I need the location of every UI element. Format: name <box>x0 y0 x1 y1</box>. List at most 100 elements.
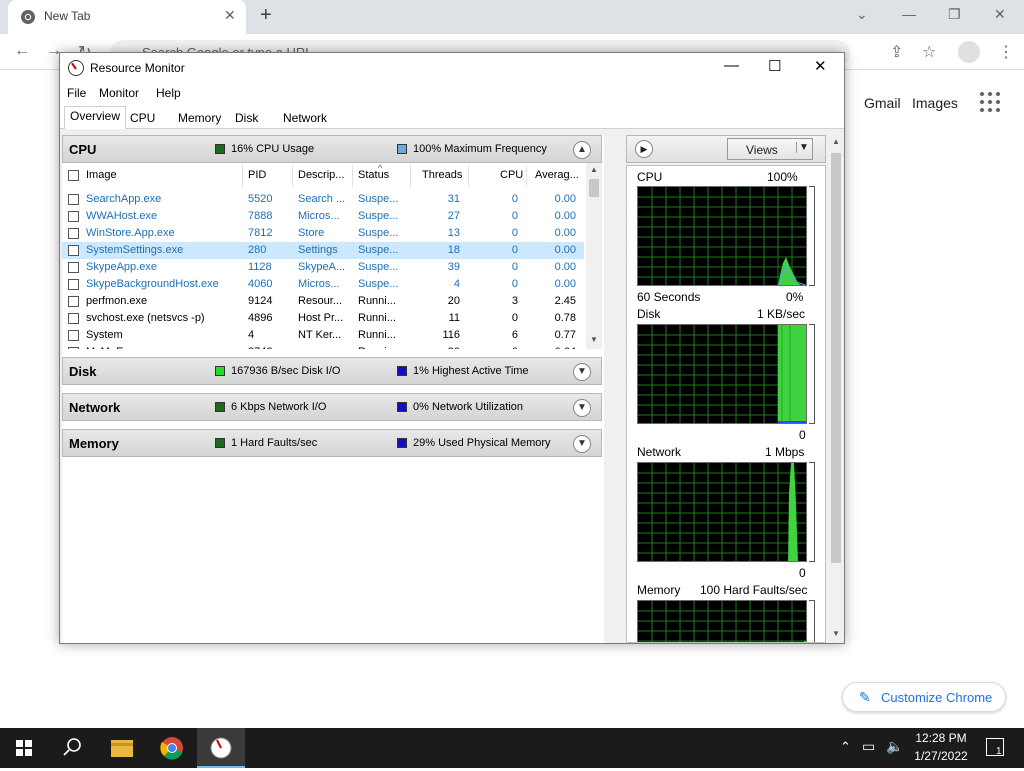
table-row[interactable]: SearchApp.exe 5520 Search ... Suspe... 31 0 0.… <box>62 191 584 208</box>
menu-file[interactable]: File <box>67 86 86 100</box>
row-checkbox[interactable] <box>68 211 79 222</box>
network-util-swatch <box>397 402 407 412</box>
tab-network[interactable]: Network <box>278 109 332 129</box>
bookmark-star-icon[interactable]: ☆ <box>922 42 936 62</box>
scroll-thumb[interactable] <box>831 153 841 563</box>
expand-arrow-right-icon[interactable]: ▶ <box>635 140 653 158</box>
col-status[interactable]: Status <box>358 169 389 181</box>
memory-section-header[interactable]: Memory 1 Hard Faults/sec 29% Used Physic… <box>62 429 602 457</box>
col-average[interactable]: Averag... <box>535 169 579 181</box>
cell-description: Settings <box>298 244 338 256</box>
row-checkbox[interactable] <box>68 262 79 273</box>
chrome-tab-new-tab[interactable]: New Tab ✕ <box>8 0 246 34</box>
expand-chevron-down-icon[interactable]: ▼ <box>573 435 591 453</box>
rm-titlebar[interactable]: Resource Monitor — ☐ ✕ <box>60 53 844 83</box>
gmail-link[interactable]: Gmail <box>864 95 901 111</box>
menu-help[interactable]: Help <box>156 86 181 100</box>
row-checkbox[interactable] <box>68 228 79 239</box>
scroll-down-icon[interactable]: ▼ <box>832 629 840 638</box>
cell-threads: 11 <box>448 312 460 324</box>
row-checkbox[interactable] <box>68 279 79 290</box>
table-row[interactable]: SkypeBackgroundHost.exe 4060 Micros... Susp… <box>62 276 584 293</box>
disk-graph-max: 1 KB/sec <box>757 307 806 321</box>
table-row[interactable]: WWAHost.exe 7888 Micros... Suspe... 27 0 0.00 <box>62 208 584 225</box>
tray-clock-time[interactable]: 12:28 PM <box>906 731 976 745</box>
volume-muted-icon[interactable]: 🔈 <box>886 738 903 755</box>
row-checkbox[interactable] <box>68 330 79 341</box>
disk-section-title: Disk <box>69 364 97 379</box>
table-row[interactable]: perfmon.exe 9124 Resour... Runni... 20 3 2.45 <box>62 293 584 310</box>
rm-minimize-icon[interactable]: — <box>724 57 739 74</box>
start-windows-icon[interactable] <box>0 728 48 768</box>
file-explorer-folder-icon[interactable] <box>98 728 146 768</box>
back-arrow-icon[interactable]: ← <box>14 42 30 60</box>
scroll-down-icon[interactable]: ▼ <box>590 335 598 344</box>
google-apps-grid-icon[interactable] <box>980 92 1000 112</box>
table-row[interactable]: System 4 NT Ker... Runni... 116 6 0.77 <box>62 327 584 344</box>
collapse-chevron-up-icon[interactable]: ▲ <box>573 141 591 159</box>
expand-chevron-down-icon[interactable]: ▼ <box>573 363 591 381</box>
row-checkbox[interactable] <box>68 194 79 205</box>
menu-monitor[interactable]: Monitor <box>99 86 139 100</box>
scroll-up-icon[interactable]: ▲ <box>590 165 598 174</box>
table-row[interactable]: SystemSettings.exe 280 Settings Suspe... 18 0… <box>62 242 584 259</box>
table-row[interactable]: WinStore.App.exe 7812 Store Suspe... 13 0 0.00 <box>62 225 584 242</box>
tab-memory[interactable]: Memory <box>173 109 226 129</box>
col-description[interactable]: Descrip... <box>298 169 344 181</box>
col-cpu[interactable]: CPU <box>500 169 523 181</box>
notification-count: 1 <box>996 746 1002 757</box>
cpu-section-header[interactable]: CPU 16% CPU Usage 100% Maximum Frequency… <box>62 135 602 163</box>
table-row[interactable]: SkypeApp.exe 1128 SkypeA... Suspe... 39 0 0.00 <box>62 259 584 276</box>
expand-chevron-down-icon[interactable]: ▼ <box>573 399 591 417</box>
memory-faults-swatch <box>215 438 225 448</box>
rm-close-icon[interactable]: ✕ <box>814 57 827 75</box>
cell-description: Micros... <box>298 278 340 290</box>
graphs-scrollbar[interactable]: ▲ ▼ <box>828 135 844 643</box>
cell-cpu: 0 <box>511 312 518 324</box>
tab-disk[interactable]: Disk <box>230 109 263 129</box>
tab-search-chevron-icon[interactable]: ⌄ <box>856 6 868 23</box>
profile-avatar-icon[interactable] <box>958 41 980 63</box>
table-row[interactable]: svchost.exe (netsvcs -p) 4896 Host Pr... Ru… <box>62 310 584 327</box>
network-tray-icon[interactable]: ▭ <box>862 738 875 755</box>
row-checkbox[interactable] <box>68 245 79 256</box>
close-icon[interactable]: ✕ <box>994 6 1006 23</box>
minimize-icon[interactable]: — <box>902 6 916 22</box>
col-image[interactable]: Image <box>86 169 117 181</box>
table-row[interactable]: MsMpEng.exe 3748 Runni... 30 0 0.64 <box>62 344 584 349</box>
cell-pid: 1128 <box>248 261 272 273</box>
cpu-table-scrollbar[interactable]: ▲ ▼ <box>586 163 602 349</box>
cell-average: 0.00 <box>554 210 576 222</box>
cell-threads: 18 <box>447 244 460 256</box>
chrome-taskbar-icon[interactable] <box>148 728 196 768</box>
chrome-menu-icon[interactable]: ⋮ <box>998 42 1014 62</box>
share-icon[interactable]: ⇪ <box>890 42 903 62</box>
scroll-thumb[interactable] <box>589 179 599 197</box>
resource-monitor-taskbar-icon[interactable] <box>197 728 245 768</box>
disk-section-header[interactable]: Disk 167936 B/sec Disk I/O 1% Highest Ac… <box>62 357 602 385</box>
network-section-header[interactable]: Network 6 Kbps Network I/O 0% Network Ut… <box>62 393 602 421</box>
customize-chrome-button[interactable]: ✎ Customize Chrome <box>842 682 1006 712</box>
memory-graph-svg <box>638 601 806 642</box>
col-pid[interactable]: PID <box>248 169 266 181</box>
search-icon[interactable] <box>48 728 96 768</box>
rm-maximize-icon[interactable]: ☐ <box>768 57 781 75</box>
tab-close-icon[interactable]: ✕ <box>224 7 236 24</box>
scroll-up-icon[interactable]: ▲ <box>832 137 840 146</box>
restore-icon[interactable]: ❐ <box>948 6 961 23</box>
tab-cpu[interactable]: CPU <box>125 109 160 129</box>
views-dropdown-button[interactable]: Views ▼ <box>727 138 813 160</box>
cell-threads: 30 <box>412 346 460 349</box>
row-checkbox[interactable] <box>68 347 79 349</box>
tab-overview[interactable]: Overview <box>64 106 127 129</box>
select-all-checkbox[interactable] <box>68 170 79 181</box>
col-threads[interactable]: Threads <box>422 169 462 181</box>
tray-clock-date[interactable]: 1/27/2022 <box>906 749 976 763</box>
tray-chevron-up-icon[interactable]: ⌃ <box>840 739 851 755</box>
cell-average: 0.64 <box>530 346 576 349</box>
images-link[interactable]: Images <box>912 95 958 111</box>
row-checkbox[interactable] <box>68 313 79 324</box>
row-checkbox[interactable] <box>68 296 79 307</box>
new-tab-plus-icon[interactable]: + <box>260 4 272 27</box>
network-section-title: Network <box>69 400 121 415</box>
